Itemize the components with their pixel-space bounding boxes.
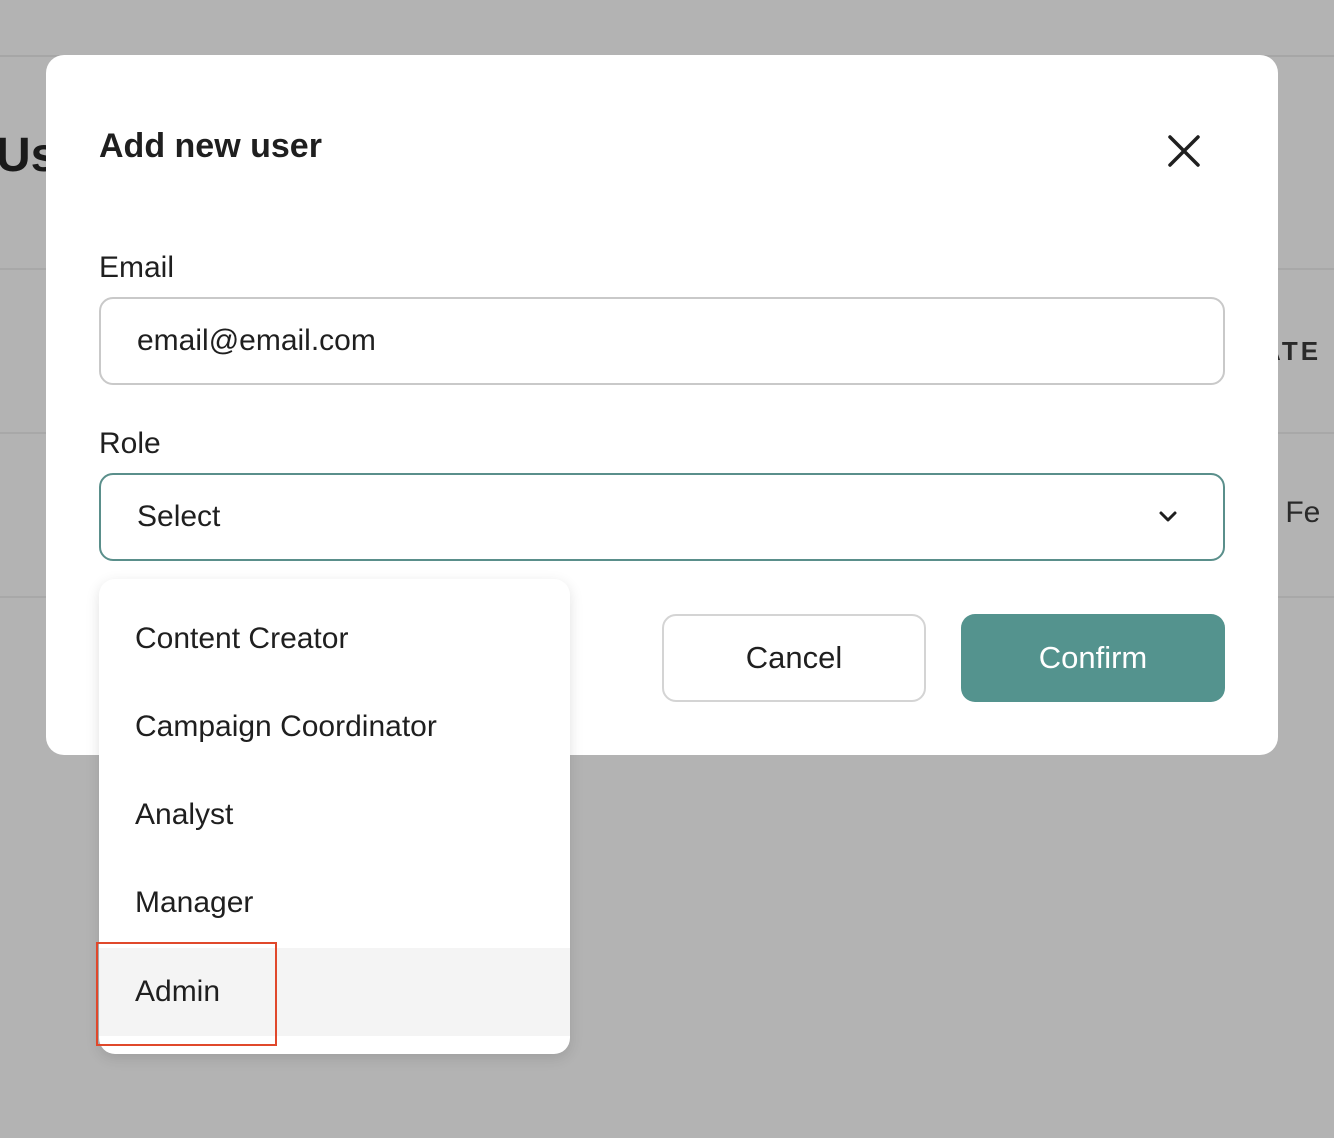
email-label: Email [99, 251, 175, 284]
role-label: Role [99, 427, 161, 460]
email-field-value: email@email.com [137, 324, 376, 357]
modal-title: Add new user [99, 127, 322, 165]
role-option-campaign-coordinator[interactable]: Campaign Coordinator [99, 683, 570, 771]
confirm-button[interactable]: Confirm [961, 614, 1225, 702]
role-option-content-creator[interactable]: Content Creator [99, 595, 570, 683]
role-option-manager[interactable]: Manager [99, 859, 570, 947]
role-dropdown-menu: Content Creator Campaign Coordinator Ana… [99, 579, 570, 1054]
close-button[interactable] [1162, 129, 1206, 173]
role-option-analyst[interactable]: Analyst [99, 771, 570, 859]
email-field[interactable]: email@email.com [99, 297, 1225, 385]
cancel-button[interactable]: Cancel [662, 614, 926, 702]
role-select-value: Select [137, 500, 221, 533]
close-icon [1168, 135, 1200, 167]
role-select[interactable]: Select [99, 473, 1225, 561]
role-option-admin[interactable]: Admin [99, 948, 570, 1036]
chevron-down-icon [1159, 511, 1177, 522]
